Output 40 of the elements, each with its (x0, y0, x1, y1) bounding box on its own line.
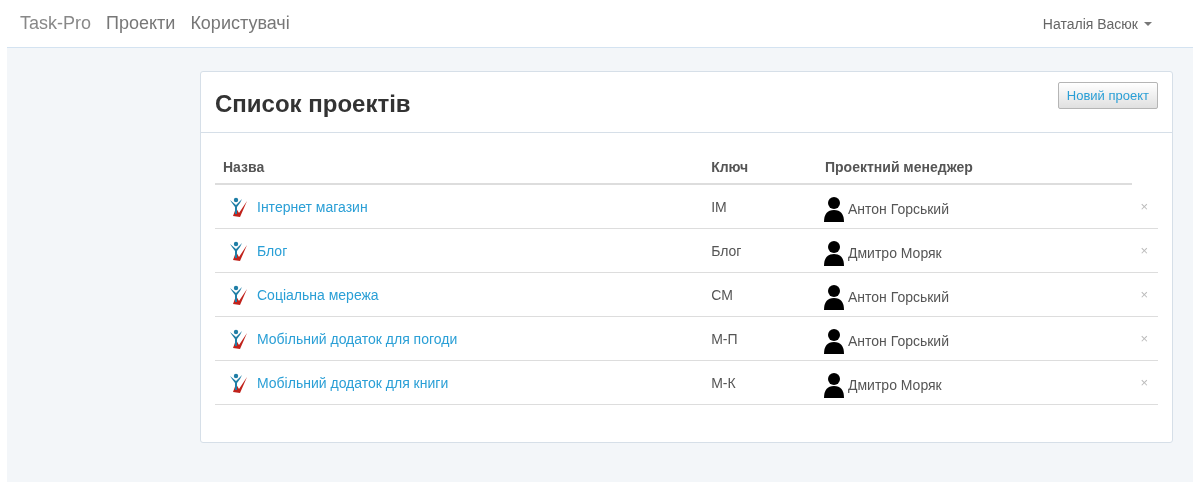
project-icon (227, 327, 249, 350)
new-project-button[interactable]: Новий проект (1057, 82, 1158, 109)
project-icon (227, 239, 249, 262)
project-key: М-П (711, 330, 738, 347)
manager-name: Антон Горський (848, 288, 949, 305)
project-icon (227, 283, 249, 306)
manager-name: Антон Горський (848, 200, 949, 217)
user-icon (823, 371, 845, 398)
project-link[interactable]: Соціальна мережа (257, 286, 379, 303)
nav-link[interactable]: Користувачі (190, 13, 290, 33)
manager-name: Дмитро Моряк (848, 244, 942, 261)
brand-link[interactable]: Task-Pro (20, 13, 91, 34)
nav-link[interactable]: Проекти (106, 13, 176, 33)
column-header: Проектний менеджер (825, 159, 973, 175)
project-icon (227, 371, 249, 394)
panel-title: Список проектів (215, 90, 411, 118)
project-key: IM (711, 198, 727, 215)
project-icon (227, 195, 249, 218)
delete-button[interactable]: × (1140, 331, 1148, 346)
user-menu[interactable]: Наталія Васюк (1042, 15, 1152, 32)
project-link[interactable]: Мобільний додаток для книги (257, 374, 449, 391)
manager-name: Антон Горський (848, 332, 949, 349)
column-header: Ключ (711, 159, 749, 175)
delete-button[interactable]: × (1140, 287, 1148, 302)
user-icon (823, 195, 845, 222)
project-link[interactable]: Мобільний додаток для погоди (257, 330, 458, 347)
column-header: Назва (223, 159, 265, 175)
user-icon (823, 327, 845, 354)
user-icon (823, 239, 845, 266)
manager-name: Дмитро Моряк (848, 376, 942, 393)
delete-button[interactable]: × (1140, 375, 1148, 390)
delete-button[interactable]: × (1140, 199, 1148, 214)
delete-button[interactable]: × (1140, 243, 1148, 258)
project-link[interactable]: Блог (257, 242, 288, 259)
project-key: Блог (711, 242, 742, 259)
project-link[interactable]: Інтернет магазин (257, 198, 368, 215)
project-key: CM (711, 286, 733, 303)
project-key: М-К (711, 374, 736, 391)
user-icon (823, 283, 845, 310)
caret-icon (1144, 21, 1152, 26)
